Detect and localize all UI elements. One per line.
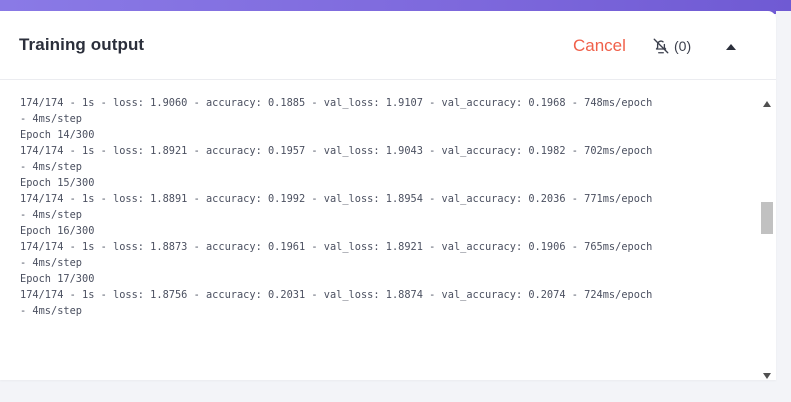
log-line: 174/174 - 1s - loss: 1.8891 - accuracy: … [20, 193, 653, 205]
log-line: - 4ms/step [20, 161, 82, 173]
caret-up-icon [726, 37, 736, 55]
scroll-down-arrow-icon[interactable] [763, 366, 771, 379]
page-background-edge [776, 11, 791, 402]
log-line: Epoch 16/300 [20, 225, 95, 237]
bell-off-icon [652, 37, 670, 55]
log-line: Epoch 17/300 [20, 273, 95, 285]
log-scrollbar[interactable] [758, 81, 776, 380]
log-line: 174/174 - 1s - loss: 1.8873 - accuracy: … [20, 241, 653, 253]
log-line: - 4ms/step [20, 113, 82, 125]
notification-count: (0) [674, 38, 692, 54]
log-line: Epoch 14/300 [20, 129, 95, 141]
training-output-panel: Training output Cancel (0) 174/174 - 1s … [0, 11, 776, 380]
scroll-up-arrow-icon[interactable] [763, 94, 771, 107]
log-line: - 4ms/step [20, 305, 82, 317]
scrollbar-thumb[interactable] [761, 202, 773, 234]
collapse-panel-button[interactable] [724, 41, 738, 51]
training-log-output: 174/174 - 1s - loss: 1.9060 - accuracy: … [0, 81, 758, 380]
log-line: Epoch 15/300 [20, 177, 95, 189]
cancel-button[interactable]: Cancel [573, 36, 626, 56]
log-line: - 4ms/step [20, 209, 82, 221]
log-line: 174/174 - 1s - loss: 1.8921 - accuracy: … [20, 145, 653, 157]
panel-title: Training output [19, 35, 145, 54]
log-line: - 4ms/step [20, 257, 82, 269]
panel-header: Training output Cancel (0) [0, 11, 776, 80]
log-line: 174/174 - 1s - loss: 1.8756 - accuracy: … [20, 289, 653, 301]
log-line: 174/174 - 1s - loss: 1.9060 - accuracy: … [20, 97, 653, 109]
notifications-toggle[interactable]: (0) [652, 37, 691, 55]
